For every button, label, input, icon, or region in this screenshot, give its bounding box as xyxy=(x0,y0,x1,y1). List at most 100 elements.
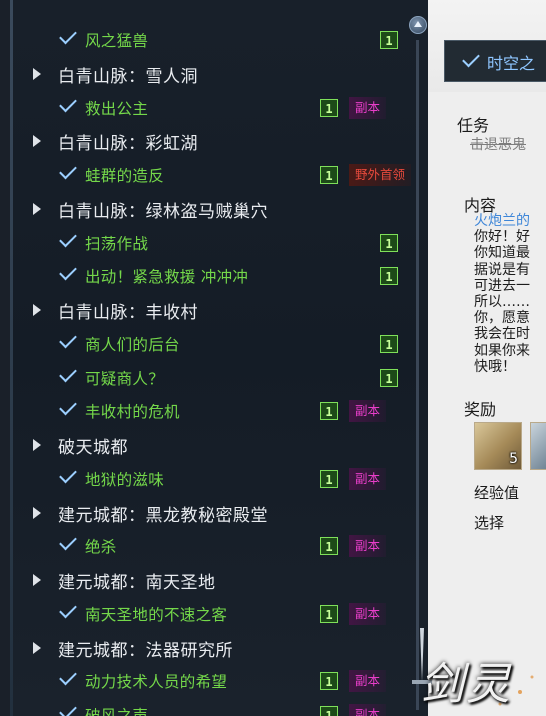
check-icon xyxy=(58,364,78,386)
quest-row[interactable]: 绝杀 1 副本 xyxy=(10,528,420,562)
check-icon xyxy=(58,94,78,116)
expand-arrow-icon[interactable] xyxy=(33,641,41,654)
quest-list-scrollbar[interactable] xyxy=(409,16,427,716)
quest-count-badge: 1 xyxy=(380,267,398,286)
content-line: 据说是有 xyxy=(474,261,530,278)
content-line: 所以…… xyxy=(474,294,530,310)
quest-label: 救出公主 xyxy=(85,99,149,118)
quest-row[interactable]: 扫荡作战 1 xyxy=(10,225,420,259)
quest-count-badge: 1 xyxy=(320,672,338,691)
check-icon xyxy=(58,330,78,352)
dungeon-tag: 副本 xyxy=(349,400,387,423)
quest-row[interactable]: 破风之声 1 副本 xyxy=(10,697,420,716)
reward-gem-icon[interactable] xyxy=(530,422,546,470)
quest-row[interactable]: 商人们的后台 1 xyxy=(10,326,420,360)
expand-arrow-icon[interactable] xyxy=(33,202,41,215)
check-icon xyxy=(461,49,481,71)
quest-count-badge: 1 xyxy=(380,31,398,49)
quest-label: 可疑商人？ xyxy=(85,369,165,388)
expand-arrow-icon[interactable] xyxy=(33,135,41,148)
quest-label: 扫荡作战 xyxy=(85,234,149,253)
quest-category-row[interactable]: 建元城都：黑龙教秘密殿堂 xyxy=(10,495,420,529)
quest-category-row[interactable]: 白青山脉：丰收村 xyxy=(10,292,420,326)
quest-label: 蛙群的造反 xyxy=(85,167,165,185)
category-label: 白青山脉：彩虹湖 xyxy=(58,134,198,155)
quest-label: 出动！紧急救援 冲冲冲 xyxy=(85,268,249,287)
category-label: 白青山脉：丰收村 xyxy=(58,303,198,323)
content-line: 如果你来 xyxy=(474,342,530,359)
quest-row[interactable]: 南天圣地的不速之客 1 副本 xyxy=(10,596,420,630)
dungeon-tag: 副本 xyxy=(349,96,387,119)
quest-count-badge: 1 xyxy=(320,98,338,117)
quest-label: 商人们的后台 xyxy=(85,335,180,354)
tab-selected-quest[interactable]: 时空之 xyxy=(444,40,546,82)
quest-label: 南天圣地的不速之客 xyxy=(85,605,228,624)
tab-label: 时空之 xyxy=(487,54,536,73)
choose-label: 选择 xyxy=(474,514,505,532)
quest-category-row[interactable]: 白青山脉：绿林盗马贼巢穴 xyxy=(10,191,420,225)
expand-arrow-icon[interactable] xyxy=(33,304,41,316)
quest-row[interactable]: 丰收村的危机 1 副本 xyxy=(10,393,420,427)
quest-label: 地狱的滋味 xyxy=(85,470,165,489)
quest-count-badge: 1 xyxy=(320,469,338,488)
dungeon-tag: 副本 xyxy=(349,535,387,558)
quest-category-row[interactable]: 破天城都 xyxy=(10,427,420,461)
dungeon-tag: 副本 xyxy=(349,704,387,716)
check-icon xyxy=(58,161,78,183)
quest-row[interactable]: 救出公主 1 副本 xyxy=(10,90,420,124)
check-icon xyxy=(58,229,78,251)
quest-count-badge: 1 xyxy=(380,233,398,252)
check-icon xyxy=(58,600,78,622)
reward-heading: 奖励 xyxy=(464,400,497,419)
check-icon xyxy=(58,397,78,419)
content-line: 你知道最 xyxy=(474,245,530,262)
quest-row[interactable]: 蛙群的造反 1 野外首领 xyxy=(10,157,420,191)
category-label: 破天城都 xyxy=(58,438,128,458)
content-line: 可进去一 xyxy=(474,277,530,294)
expand-arrow-icon[interactable] xyxy=(33,67,41,80)
quest-row[interactable]: 风之猛兽 1 xyxy=(10,22,420,56)
category-label: 白青山脉：雪人洞 xyxy=(58,66,198,87)
quest-category-row[interactable]: 白青山脉：雪人洞 xyxy=(10,56,420,90)
logo-text: 剑灵 xyxy=(420,659,512,710)
check-icon xyxy=(58,701,78,716)
expand-arrow-icon[interactable] xyxy=(33,439,41,451)
content-line: 快哦！ xyxy=(474,358,516,375)
quest-row[interactable]: 地狱的滋味 1 副本 xyxy=(10,461,420,495)
dungeon-tag: 副本 xyxy=(349,602,387,625)
check-icon xyxy=(58,465,78,487)
reward-scroll-icon[interactable]: 5 xyxy=(474,422,522,470)
reward-count: 5 xyxy=(509,451,518,467)
content-line: 我会在时 xyxy=(474,326,530,343)
check-icon xyxy=(58,26,78,48)
quest-count-badge: 1 xyxy=(320,604,338,623)
quest-label: 动力技术人员的希望 xyxy=(85,673,228,692)
quest-count-badge: 1 xyxy=(380,368,398,387)
check-icon xyxy=(58,667,78,689)
quest-row[interactable]: 出动！紧急救援 冲冲冲 1 xyxy=(10,258,420,292)
quest-label: 绝杀 xyxy=(85,538,117,557)
check-icon xyxy=(58,532,78,554)
quest-category-row[interactable]: 建元城都：南天圣地 xyxy=(10,562,420,596)
quest-count-badge: 1 xyxy=(320,537,338,556)
quest-list-panel: 风之猛兽 1 白青山脉：雪人洞 救出公主 1 副本 白青山脉：彩虹湖 蛙群的造反 1 野外首领 白青… xyxy=(10,0,429,716)
expand-arrow-icon[interactable] xyxy=(33,506,41,519)
quest-label: 丰收村的危机 xyxy=(85,403,180,422)
expand-arrow-icon[interactable] xyxy=(33,574,41,586)
category-label: 建元城都：南天圣地 xyxy=(58,573,216,593)
quest-category-row[interactable]: 建元城都：法器研究所 xyxy=(10,630,420,664)
task-heading: 任务 xyxy=(457,116,490,135)
dungeon-tag: 副本 xyxy=(349,467,387,490)
quest-row[interactable]: 动力技术人员的希望 1 副本 xyxy=(10,663,420,697)
quest-count-badge: 1 xyxy=(380,334,398,353)
category-label: 建元城都：黑龙教秘密殿堂 xyxy=(58,505,268,526)
quest-category-row[interactable]: 白青山脉：彩虹湖 xyxy=(10,123,420,157)
scroll-up-button[interactable] xyxy=(409,16,427,34)
scroll-track[interactable] xyxy=(416,40,419,710)
quest-count-badge: 1 xyxy=(320,402,338,421)
quest-label: 破风之声 xyxy=(85,707,149,716)
content-line: 你，愿意 xyxy=(474,310,530,327)
quest-row[interactable]: 可疑商人？ 1 xyxy=(10,360,420,394)
exp-label: 经验值 xyxy=(474,484,520,502)
content-line: 火炮兰的 xyxy=(474,213,530,229)
